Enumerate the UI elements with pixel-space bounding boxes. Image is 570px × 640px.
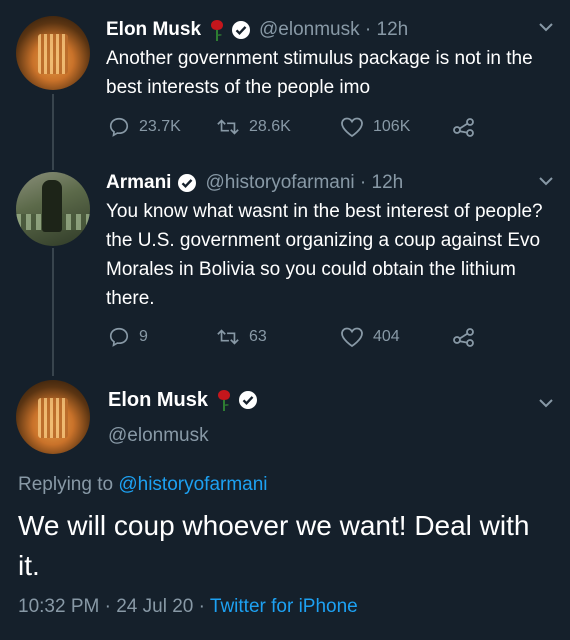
reply-icon: [109, 117, 129, 137]
avatar[interactable]: [16, 380, 90, 454]
verified-badge-icon: [238, 390, 258, 410]
handle[interactable]: @elonmusk: [108, 425, 209, 447]
share-icon: [453, 118, 474, 137]
reply-button[interactable]: 9: [108, 326, 216, 348]
avatar[interactable]: [16, 16, 90, 90]
separator: ·: [354, 172, 372, 193]
share-icon: [453, 328, 474, 347]
separator: ·: [99, 596, 117, 617]
display-name[interactable]: Elon Musk: [106, 19, 201, 41]
tweet-header: Armani @historyofarmani · 12h: [106, 172, 403, 194]
share-button[interactable]: [452, 116, 476, 138]
source-app-link[interactable]: Twitter for iPhone: [210, 596, 358, 617]
share-button[interactable]: [452, 326, 476, 348]
tweet-header: Elon Musk: [108, 388, 258, 412]
rose-icon: [216, 388, 232, 412]
retweet-icon: [217, 329, 239, 345]
replying-to: Replying to @historyofarmani: [18, 474, 268, 496]
tweet-text: Another government stimulus package is n…: [106, 48, 533, 98]
chevron-down-icon[interactable]: [538, 396, 554, 414]
like-count: 106K: [373, 118, 411, 135]
thread-connector: [52, 94, 54, 170]
like-button[interactable]: 404: [340, 326, 452, 348]
display-name[interactable]: Armani: [106, 172, 171, 194]
tweet-meta: 10:32 PM · 24 Jul 20 · Twitter for iPhon…: [18, 596, 358, 618]
replying-to-link[interactable]: @historyofarmani: [118, 474, 267, 495]
like-button[interactable]: 106K: [340, 116, 452, 138]
handle[interactable]: @historyofarmani: [205, 172, 354, 194]
retweet-button[interactable]: 63: [216, 326, 340, 348]
reply-count: 23.7K: [139, 118, 181, 135]
tweet-actions: 9 63 404: [108, 326, 476, 348]
timestamp[interactable]: 10:32 PM: [18, 596, 99, 617]
retweet-count: 28.6K: [249, 118, 291, 135]
retweet-count: 63: [249, 328, 267, 345]
like-count: 404: [373, 328, 400, 345]
tweet-actions: 23.7K 28.6K 106K: [108, 116, 476, 138]
chevron-down-icon[interactable]: [538, 20, 554, 38]
retweet-button[interactable]: 28.6K: [216, 116, 340, 138]
tweet-text: You know what wasnt in the best interest…: [106, 201, 543, 309]
heart-icon: [341, 327, 363, 348]
separator: ·: [359, 19, 377, 40]
verified-badge-icon: [231, 20, 251, 40]
date[interactable]: 24 Jul 20: [116, 596, 193, 617]
separator: ·: [193, 596, 210, 617]
replying-to-label: Replying to: [18, 474, 119, 495]
tweet-header: Elon Musk @elonmusk · 12h: [106, 18, 408, 42]
timestamp[interactable]: 12h: [377, 19, 409, 41]
avatar[interactable]: [16, 172, 90, 246]
chevron-down-icon[interactable]: [538, 174, 554, 192]
retweet-icon: [217, 119, 239, 135]
reply-icon: [109, 327, 129, 347]
tweet-text: We will coup whoever we want! Deal with …: [18, 510, 530, 581]
handle[interactable]: @elonmusk: [259, 19, 360, 41]
timestamp[interactable]: 12h: [372, 172, 404, 194]
reply-count: 9: [139, 328, 148, 345]
heart-icon: [341, 117, 363, 138]
display-name[interactable]: Elon Musk: [108, 389, 208, 412]
thread-connector: [52, 248, 54, 376]
rose-icon: [209, 18, 225, 42]
reply-button[interactable]: 23.7K: [108, 116, 216, 138]
verified-badge-icon: [177, 173, 197, 193]
